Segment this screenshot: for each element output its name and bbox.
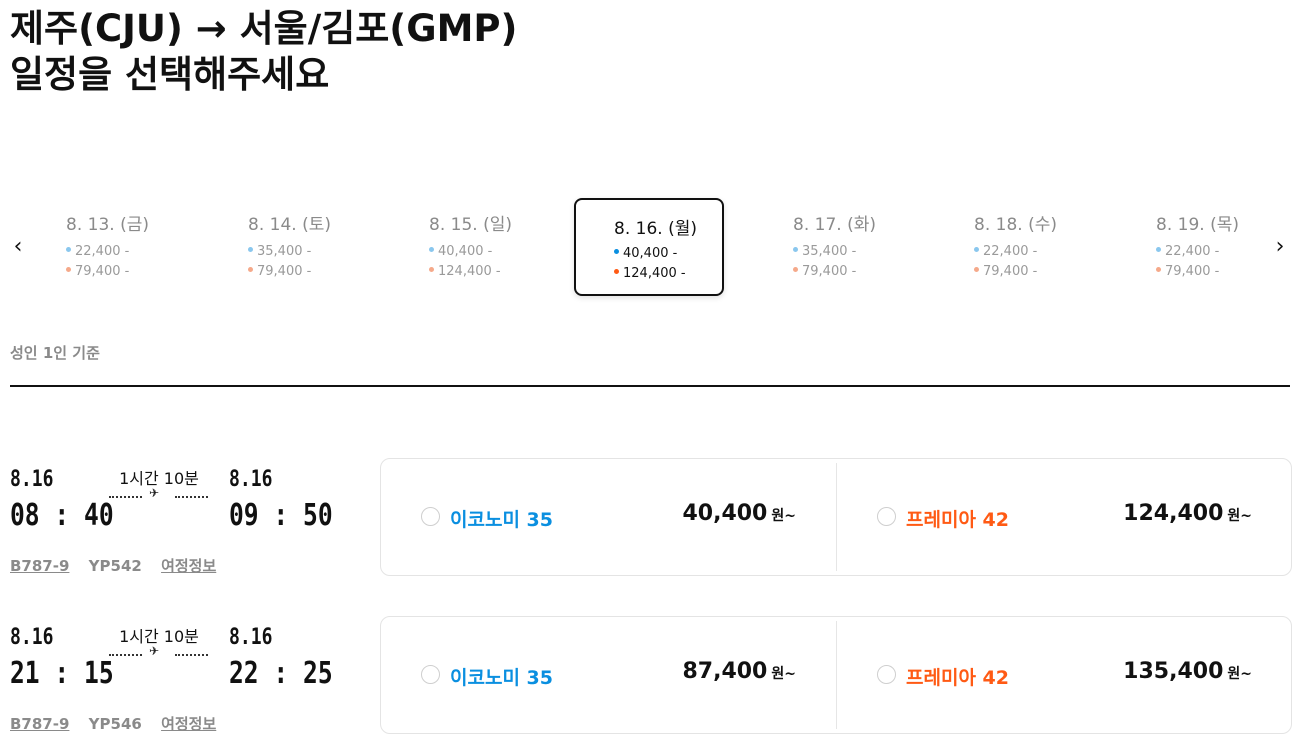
section-divider bbox=[10, 385, 1290, 387]
flight-row: 8.16 08 : 40 1시간 10분 ✈ 8.16 09 : 50 B787… bbox=[0, 458, 1304, 588]
flight-meta: B787-9 YP546 여정정보 bbox=[10, 713, 230, 734]
fare-options: 이코노미 35 40,400 원~ 프레미아 42 124,400 원~ bbox=[380, 458, 1292, 576]
economy-lowest-fare: 35,400 - bbox=[793, 244, 856, 259]
premia-radio[interactable] bbox=[877, 507, 896, 526]
fare-options: 이코노미 35 87,400 원~ 프레미아 42 135,400 원~ bbox=[380, 616, 1292, 734]
premia-dot-icon bbox=[66, 267, 71, 272]
aircraft-link[interactable]: B787-9 bbox=[10, 715, 69, 733]
date-tab-0818[interactable]: 8. 18. (수) 22,400 - 79,400 - bbox=[974, 198, 1124, 296]
economy-dot-icon bbox=[974, 247, 979, 252]
flight-number: YP542 bbox=[88, 557, 142, 575]
economy-dot-icon bbox=[1156, 247, 1161, 252]
route-dots bbox=[175, 496, 208, 498]
date-label: 8. 13. (금) bbox=[66, 215, 149, 235]
economy-lowest-fare: 40,400 - bbox=[614, 246, 677, 261]
premia-dot-icon bbox=[614, 269, 619, 274]
economy-price: 87,400 원~ bbox=[682, 659, 796, 684]
economy-lowest-fare: 22,400 - bbox=[1156, 244, 1219, 259]
airplane-icon: ✈ bbox=[149, 644, 160, 658]
economy-radio[interactable] bbox=[421, 507, 440, 526]
economy-dot-icon bbox=[614, 249, 619, 254]
economy-dot-icon bbox=[793, 247, 798, 252]
flight-row: 8.16 21 : 15 1시간 10분 ✈ 8.16 22 : 25 B787… bbox=[0, 616, 1304, 744]
select-schedule-title: 일정을 선택해주세요 bbox=[10, 53, 330, 96]
date-label: 8. 15. (일) bbox=[429, 215, 512, 235]
departure-date: 8.16 bbox=[10, 467, 54, 492]
itinerary-info-link[interactable]: 여정정보 bbox=[161, 557, 216, 575]
route-line: ✈ bbox=[109, 486, 209, 500]
date-label: 8. 14. (토) bbox=[248, 215, 331, 235]
departure-time: 08 : 40 bbox=[10, 498, 114, 533]
premia-dot-icon bbox=[793, 267, 798, 272]
economy-class-label: 이코노미 35 bbox=[450, 509, 553, 531]
economy-radio[interactable] bbox=[421, 665, 440, 684]
itinerary-info-link[interactable]: 여정정보 bbox=[161, 715, 216, 733]
date-label: 8. 17. (화) bbox=[793, 215, 876, 235]
arrival-time: 22 : 25 bbox=[229, 656, 333, 691]
route-dots bbox=[109, 654, 142, 656]
fare-basis-note: 성인 1인 기준 bbox=[10, 344, 100, 362]
premia-class-label: 프레미아 42 bbox=[906, 667, 1009, 689]
date-tab-0813[interactable]: 8. 13. (금) 22,400 - 79,400 - bbox=[66, 198, 216, 296]
date-tab-0814[interactable]: 8. 14. (토) 35,400 - 79,400 - bbox=[248, 198, 398, 296]
date-tab-0817[interactable]: 8. 17. (화) 35,400 - 79,400 - bbox=[793, 198, 943, 296]
economy-lowest-fare: 22,400 - bbox=[66, 244, 129, 259]
premia-dot-icon bbox=[1156, 267, 1161, 272]
economy-dot-icon bbox=[66, 247, 71, 252]
route-line: ✈ bbox=[109, 644, 209, 658]
premia-lowest-fare: 79,400 - bbox=[1156, 264, 1219, 279]
premia-lowest-fare: 79,400 - bbox=[248, 264, 311, 279]
arrival-time: 09 : 50 bbox=[229, 498, 333, 533]
premia-lowest-fare: 79,400 - bbox=[974, 264, 1037, 279]
date-label: 8. 18. (수) bbox=[974, 215, 1057, 235]
departure-date: 8.16 bbox=[10, 625, 54, 650]
premia-fare-option[interactable]: 프레미아 42 135,400 원~ bbox=[837, 617, 1292, 733]
airplane-icon: ✈ bbox=[149, 486, 160, 500]
economy-lowest-fare: 22,400 - bbox=[974, 244, 1037, 259]
date-label: 8. 19. (목) bbox=[1156, 215, 1239, 235]
premia-lowest-fare: 79,400 - bbox=[66, 264, 129, 279]
premia-radio[interactable] bbox=[877, 665, 896, 684]
route-dots bbox=[109, 496, 142, 498]
aircraft-link[interactable]: B787-9 bbox=[10, 557, 69, 575]
economy-class-label: 이코노미 35 bbox=[450, 667, 553, 689]
date-tab-0816-selected[interactable]: 8. 16. (월) 40,400 - 124,400 - bbox=[574, 198, 724, 296]
premia-price: 124,400 원~ bbox=[1123, 501, 1252, 526]
premia-class-label: 프레미아 42 bbox=[906, 509, 1009, 531]
economy-fare-option[interactable]: 이코노미 35 87,400 원~ bbox=[381, 617, 836, 733]
date-selector: ‹ 8. 13. (금) 22,400 - 79,400 - 8. 14. (토… bbox=[0, 198, 1304, 298]
route-title: 제주(CJU) → 서울/김포(GMP) bbox=[10, 7, 518, 50]
economy-dot-icon bbox=[248, 247, 253, 252]
premia-lowest-fare: 124,400 - bbox=[614, 266, 686, 281]
premia-dot-icon bbox=[974, 267, 979, 272]
premia-price: 135,400 원~ bbox=[1123, 659, 1252, 684]
economy-fare-option[interactable]: 이코노미 35 40,400 원~ bbox=[381, 459, 836, 575]
departure-time: 21 : 15 bbox=[10, 656, 114, 691]
premia-lowest-fare: 124,400 - bbox=[429, 264, 501, 279]
economy-lowest-fare: 35,400 - bbox=[248, 244, 311, 259]
premia-dot-icon bbox=[248, 267, 253, 272]
arrival-date: 8.16 bbox=[229, 625, 273, 650]
premia-lowest-fare: 79,400 - bbox=[793, 264, 856, 279]
flight-number: YP546 bbox=[88, 715, 142, 733]
economy-lowest-fare: 40,400 - bbox=[429, 244, 492, 259]
arrival-date: 8.16 bbox=[229, 467, 273, 492]
route-dots bbox=[175, 654, 208, 656]
page-title: 제주(CJU) → 서울/김포(GMP) 일정을 선택해주세요 bbox=[10, 6, 517, 98]
chevron-right-icon[interactable]: › bbox=[1270, 234, 1290, 260]
economy-dot-icon bbox=[429, 247, 434, 252]
flight-meta: B787-9 YP542 여정정보 bbox=[10, 555, 230, 576]
date-tab-0815[interactable]: 8. 15. (일) 40,400 - 124,400 - bbox=[429, 198, 579, 296]
premia-dot-icon bbox=[429, 267, 434, 272]
date-label: 8. 16. (월) bbox=[614, 219, 697, 239]
date-tab-0819[interactable]: 8. 19. (목) 22,400 - 79,400 - bbox=[1156, 198, 1266, 296]
chevron-left-icon[interactable]: ‹ bbox=[8, 234, 28, 260]
premia-fare-option[interactable]: 프레미아 42 124,400 원~ bbox=[837, 459, 1292, 575]
economy-price: 40,400 원~ bbox=[682, 501, 796, 526]
